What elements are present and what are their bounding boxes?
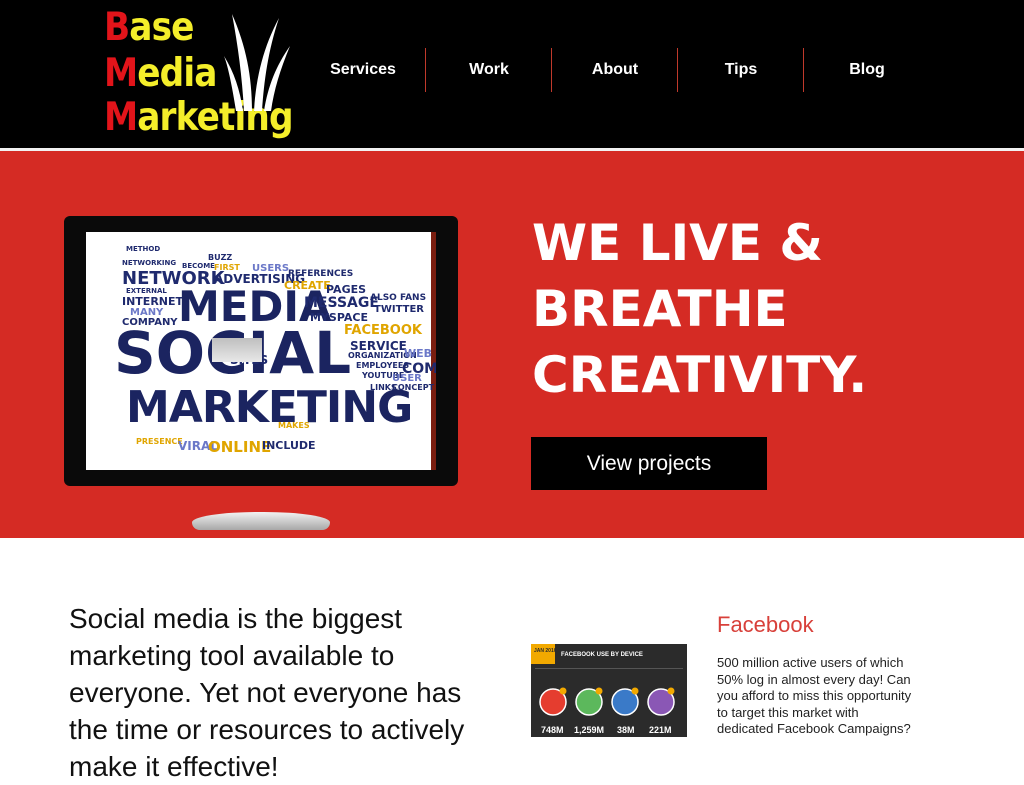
logo-line-media: Media <box>104 51 217 96</box>
nav-item-work[interactable]: Work <box>426 48 552 92</box>
stat-desktop: 748M <box>541 725 564 735</box>
word-cloud-term: WEB <box>404 347 433 360</box>
word-cloud-term: BUZZ <box>208 253 233 262</box>
word-cloud-term: MARKETING <box>126 382 413 433</box>
word-cloud-term: MAKES <box>278 421 310 430</box>
facebook-description: 500 million active users of which 50% lo… <box>717 655 912 736</box>
nav-label: Services <box>330 61 396 78</box>
nav-item-blog[interactable]: Blog <box>804 48 930 92</box>
headline-line: BREATHE <box>532 280 788 338</box>
site-header: Base Media Marketing Services Work About… <box>0 0 1024 148</box>
nav-label: Tips <box>724 61 758 78</box>
word-cloud-term: NETWORKING <box>122 259 177 267</box>
word-cloud-term: PAGES <box>326 283 367 296</box>
monitor-stand-base <box>192 512 330 530</box>
intro-text: Social media is the biggest marketing to… <box>69 603 465 782</box>
word-cloud-term: EMPLOYEES <box>356 361 410 370</box>
facebook-title: Facebook <box>717 612 814 637</box>
word-cloud-term: EXTERNAL <box>126 287 167 295</box>
nav-label: Blog <box>849 61 885 78</box>
facebook-device-infographic[interactable]: JAN 2016 FACEBOOK USE BY DEVICE 748M 1,2… <box>531 644 687 737</box>
stat-mobile: 38M <box>617 725 635 735</box>
infographic-badge: JAN 2016 <box>534 648 557 654</box>
stat-tablet: 221M <box>649 725 672 735</box>
word-cloud-term: TWITTER <box>374 304 424 315</box>
word-cloud-term: INCLUDE <box>262 439 316 452</box>
word-cloud-term: MESSAGE <box>304 295 379 311</box>
word-cloud-term: ALSO FANS <box>370 293 427 303</box>
nav-label: Work <box>469 61 509 78</box>
word-cloud-term: FACEBOOK <box>344 323 422 338</box>
hero-headline: WE LIVE & BREATHE CREATIVITY. <box>532 210 867 408</box>
word-cloud-term: PRESENCE <box>136 437 183 446</box>
main-nav: Services Work About Tips Blog <box>300 48 930 92</box>
word-cloud-term: REFERENCES <box>288 269 354 279</box>
infographic-title: FACEBOOK USE BY DEVICE <box>561 652 643 658</box>
monitor-stand-neck <box>212 338 262 362</box>
view-projects-button[interactable]: View projects <box>531 437 767 490</box>
nav-label: About <box>591 61 639 78</box>
button-label: View projects <box>586 451 712 475</box>
nav-item-about[interactable]: About <box>552 48 678 92</box>
nav-item-services[interactable]: Services <box>300 48 426 92</box>
grass-icon <box>224 14 290 111</box>
headline-line: WE LIVE & <box>532 214 824 272</box>
word-cloud-term: METHOD <box>126 245 161 253</box>
stat-smartphone: 1,259M <box>574 725 604 735</box>
headline-line: CREATIVITY. <box>532 346 868 404</box>
brand-logo[interactable]: Base Media Marketing <box>104 6 294 146</box>
logo-line-base: Base <box>104 5 194 50</box>
nav-item-tips[interactable]: Tips <box>678 48 804 92</box>
word-cloud-term: INTERNET <box>122 295 184 308</box>
